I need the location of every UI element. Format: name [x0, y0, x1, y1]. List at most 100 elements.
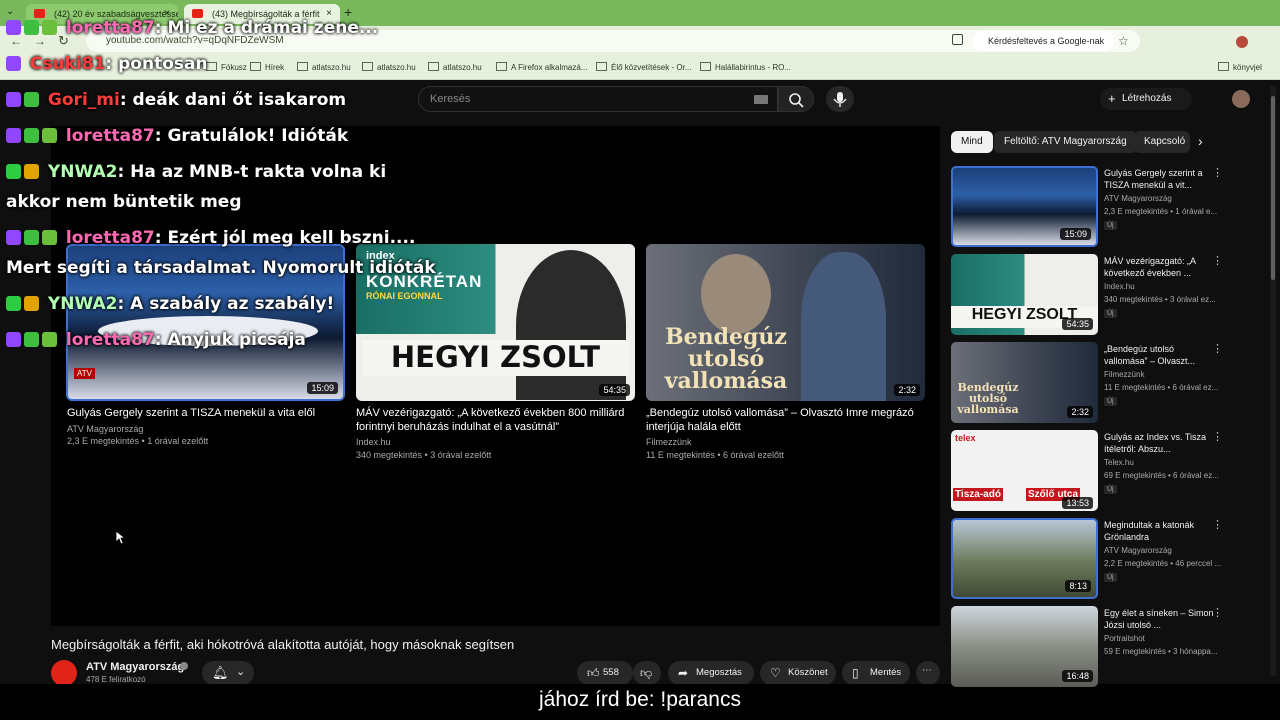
share-button[interactable]: ➦ Megosztás [668, 661, 754, 685]
bookmark-item[interactable]: atlatszo.hu [362, 62, 416, 72]
more-vertical-icon[interactable]: ⋮ [1212, 342, 1223, 355]
other-bookmarks[interactable]: könyvjel [1218, 62, 1262, 72]
chevron-right-icon[interactable]: › [1198, 133, 1203, 149]
new-badge: Új [1104, 573, 1117, 582]
emote-badge-icon [42, 128, 57, 143]
twitch-badge-icon [6, 92, 21, 107]
recommendation-item[interactable]: telex Tisza-adó Szőlő utca 13:53 Gulyás … [951, 430, 1280, 512]
telex-logo: telex [955, 433, 976, 443]
plus-icon: + [1108, 91, 1116, 106]
host-label: RÓNAI EGONNAL [366, 291, 443, 301]
chip-related[interactable]: Kapcsoló [1134, 131, 1190, 153]
recommendation-thumbnail: 16:48 [951, 606, 1098, 687]
save-button[interactable]: ▯ Mentés [842, 661, 910, 685]
google-search-button[interactable]: Kérdésfeltevés a Google-nak [972, 31, 1114, 51]
chevron-down-icon: ⌄ [236, 666, 246, 678]
chat-text: : Ezért jól meg kell bszni.... [154, 228, 416, 248]
recommendation-title: Egy élet a síneken – Simon Józsi utolsó … [1104, 608, 1214, 630]
search-input[interactable] [418, 86, 778, 112]
duration-badge: 15:09 [307, 382, 338, 394]
more-vertical-icon[interactable]: ⋮ [1212, 606, 1223, 619]
thanks-label: Köszönet [788, 667, 828, 678]
voice-search-button[interactable] [826, 86, 854, 112]
endcard-channel: Filmezzünk [646, 437, 692, 447]
new-badge: Új [1104, 397, 1117, 406]
recommendation-thumbnail: Bendegúz utolsó vallomása 2:32 [951, 342, 1098, 423]
youtube-favicon-icon [192, 9, 203, 18]
endcard-title[interactable]: Gulyás Gergely szerint a TISZA menekül a… [67, 406, 352, 420]
recommendation-meta: 2,2 E megtekintés • 46 perccel ... [1104, 559, 1222, 568]
channel-name[interactable]: ATV Magyarország [86, 661, 184, 673]
recommendation-title: Gulyás Gergely szerint a TISZA menekül a… [1104, 168, 1203, 190]
chat-text: : Mi ez a drámai zene... [154, 18, 379, 38]
thanks-heart-icon: ♡ [770, 666, 781, 680]
endcard-meta: 340 megtekintés • 3 órával ezelőtt [356, 450, 492, 460]
more-horizontal-icon: ⋯ [922, 665, 932, 676]
chat-message: loretta87: Gratulálok! Idióták [6, 126, 348, 146]
create-button[interactable]: + Létrehozás [1100, 88, 1192, 110]
recommendation-item[interactable]: 15:09 Gulyás Gergely szerint a TISZA men… [951, 166, 1280, 248]
recommendation-thumbnail: 15:09 [951, 166, 1098, 247]
endcard-thumbnail[interactable]: Bendegúz utolsó vallomása 2:32 [646, 244, 925, 401]
search-button[interactable] [778, 86, 814, 112]
chat-message: loretta87: Anyjuk picsája [6, 330, 306, 350]
recommendation-meta: 11 E megtekintés • 6 órával ez... [1104, 383, 1219, 392]
atv-logo: ATV [74, 368, 95, 379]
youtube-favicon-icon [34, 9, 45, 18]
bookmark-item[interactable]: atlatszo.hu [428, 62, 482, 72]
share-icon: ➦ [678, 666, 689, 680]
recommendation-title: Gulyás az Index vs. Tisza ítéletről: Abs… [1104, 432, 1207, 454]
chat-username: loretta87 [65, 18, 155, 38]
notification-bell-button[interactable]: 🔔︎ ⌄ [202, 661, 254, 685]
tab-list-chevron-icon[interactable]: ⌄ [6, 6, 14, 17]
recommendation-title: MÁV vezérigazgató: „A következő években … [1104, 256, 1196, 278]
recommendation-item[interactable]: HEGYI ZSOLT 54:35 MÁV vezérigazgató: „A … [951, 254, 1280, 336]
recommendation-item[interactable]: 16:48 Egy élet a síneken – Simon Józsi u… [951, 606, 1280, 688]
chat-text-continued: akkor nem büntetik meg [6, 192, 242, 212]
bookmark-item[interactable]: Élő közvetítések - Or... [596, 62, 691, 72]
recommendation-item[interactable]: Bendegúz utolsó vallomása 2:32 „Bendegúz… [951, 342, 1280, 424]
new-badge: Új [1104, 221, 1117, 230]
recommendation-thumbnail: HEGYI ZSOLT 54:35 [951, 254, 1098, 335]
chat-message: Gori_mi: deák dani őt isakarom [6, 90, 346, 110]
bookmark-item[interactable]: Halállabirintus - RO... [700, 62, 791, 72]
dislike-button[interactable]: 👎︎ [633, 661, 661, 685]
duration-badge: 54:35 [1062, 318, 1093, 330]
recommendation-meta: 69 E megtekintés • 6 órával ez... [1104, 471, 1219, 480]
recommendation-meta: 340 megtekintés • 3 órával ez... [1104, 295, 1216, 304]
chip-all[interactable]: Mind [951, 131, 993, 153]
chat-username: loretta87 [65, 126, 155, 146]
more-vertical-icon[interactable]: ⋮ [1212, 166, 1223, 179]
endcard-title[interactable]: MÁV vezérigazgató: „A következő években … [356, 406, 641, 434]
more-vertical-icon[interactable]: ⋮ [1212, 518, 1223, 531]
like-button[interactable]: 👍︎ 558 [577, 661, 633, 685]
chip-uploader[interactable]: Feltöltő: ATV Magyarország [994, 131, 1137, 153]
account-avatar[interactable] [1232, 90, 1250, 108]
install-app-icon[interactable] [952, 34, 963, 45]
thanks-button[interactable]: ♡ Köszönet [760, 661, 836, 685]
bookmark-item[interactable]: A Firefox alkalmazá... [496, 62, 587, 72]
like-count: 558 [603, 667, 619, 678]
profile-avatar[interactable] [1236, 36, 1248, 48]
chat-username: loretta87 [65, 330, 155, 350]
google-search-label: Kérdésfeltevés a Google-nak [988, 36, 1105, 46]
more-vertical-icon[interactable]: ⋮ [1212, 430, 1223, 443]
microphone-icon [833, 92, 847, 107]
recommendation-title: Megindultak a katonák Grönlandra [1104, 520, 1195, 542]
channel-avatar[interactable] [51, 660, 77, 686]
bookmark-item[interactable]: atlatszo.hu [297, 62, 351, 72]
scrollbar-thumb[interactable] [1271, 96, 1275, 280]
bookmark-star-icon[interactable]: ☆ [1118, 34, 1129, 48]
endcard-title[interactable]: „Bendegúz utolsó vallomása” – Olvasztó I… [646, 406, 936, 434]
recommendation-channel: Index.hu [1104, 282, 1135, 291]
keyboard-icon[interactable] [754, 95, 768, 104]
more-vertical-icon[interactable]: ⋮ [1212, 254, 1223, 267]
bookmark-item[interactable]: Fókusz [206, 62, 247, 72]
chat-message: Csuki81: pontosan [6, 54, 208, 74]
bookmark-item[interactable]: Hírek [250, 62, 284, 72]
chat-text: : deák dani őt isakarom [119, 90, 347, 110]
more-actions-button[interactable]: ⋯ [916, 661, 940, 685]
recommendation-item[interactable]: 8:13 Megindultak a katonák Grönlandra AT… [951, 518, 1280, 600]
chat-username: YNWA2 [47, 162, 118, 182]
recommendation-channel: Portraitshot [1104, 634, 1145, 643]
